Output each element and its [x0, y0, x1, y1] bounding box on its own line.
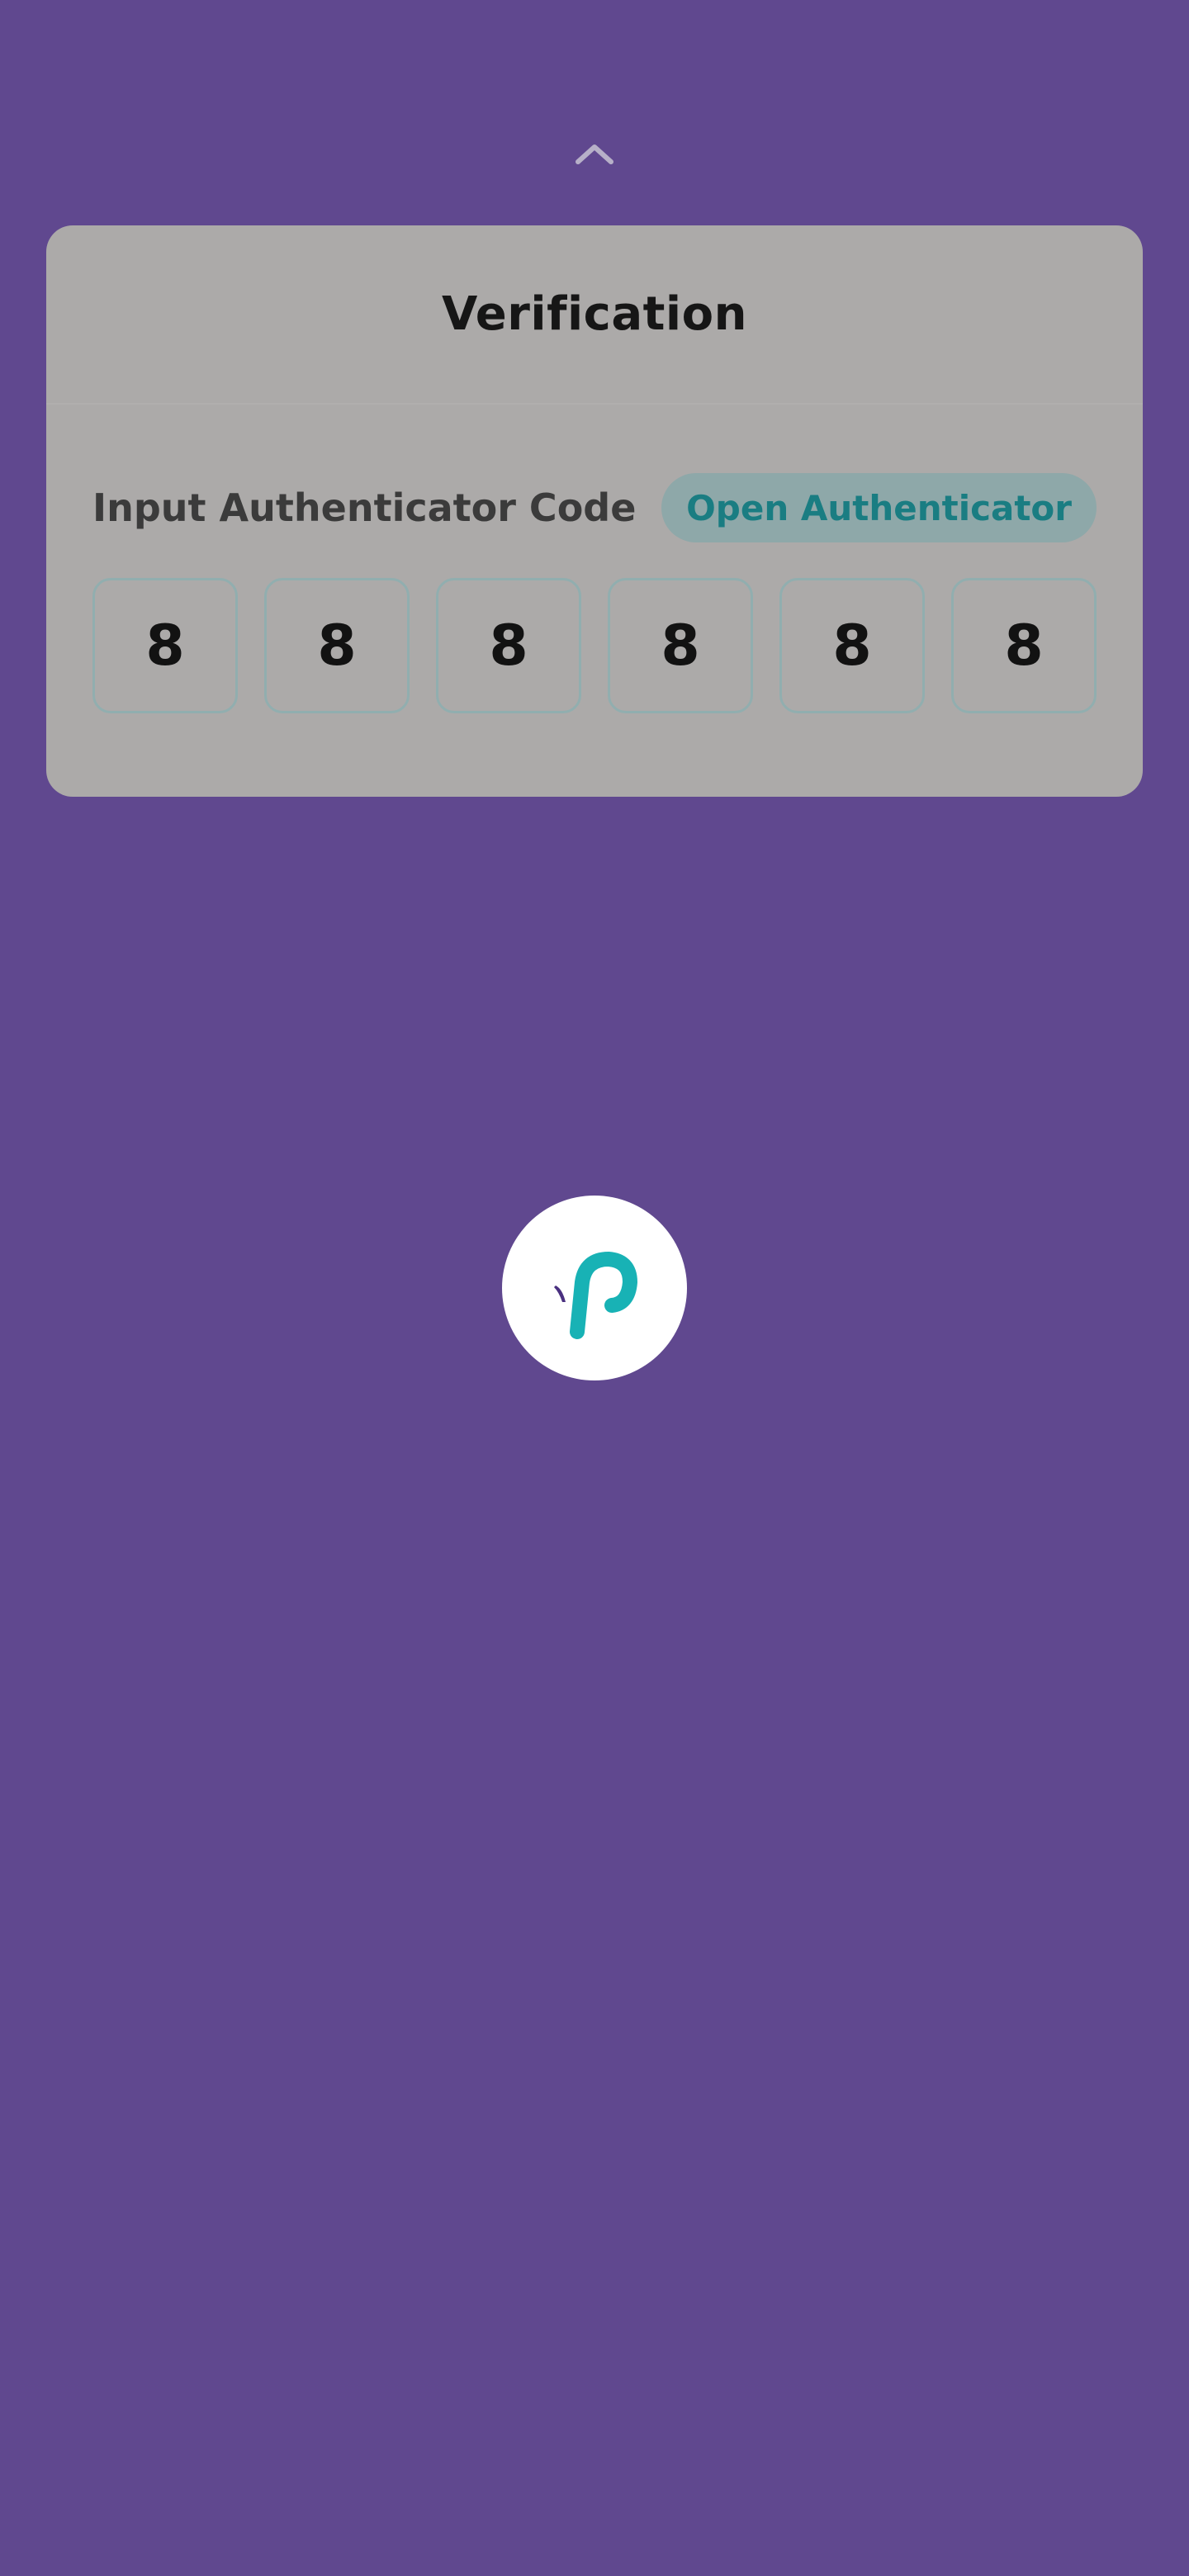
app-logo: [502, 1196, 687, 1380]
open-authenticator-button[interactable]: Open Authenticator: [661, 473, 1097, 542]
card-title: Verification: [442, 287, 747, 341]
otp-digit-5[interactable]: 8: [779, 578, 925, 713]
code-row: Input Authenticator Code Open Authentica…: [92, 473, 1097, 542]
logo-mark-icon: [554, 1251, 638, 1339]
otp-digit-3[interactable]: 8: [436, 578, 581, 713]
verification-card: Verification Input Authenticator Code Op…: [46, 225, 1143, 797]
code-label: Input Authenticator Code: [92, 485, 637, 530]
otp-digit-2[interactable]: 8: [264, 578, 410, 713]
screen: Verification Input Authenticator Code Op…: [0, 0, 1189, 2576]
chevron-up-icon[interactable]: [573, 140, 616, 167]
otp-input-row: 8 8 8 8 8 8: [92, 578, 1097, 717]
otp-digit-6[interactable]: 8: [951, 578, 1097, 713]
otp-digit-4[interactable]: 8: [608, 578, 753, 713]
card-header: Verification: [46, 225, 1143, 405]
otp-digit-1[interactable]: 8: [92, 578, 238, 713]
